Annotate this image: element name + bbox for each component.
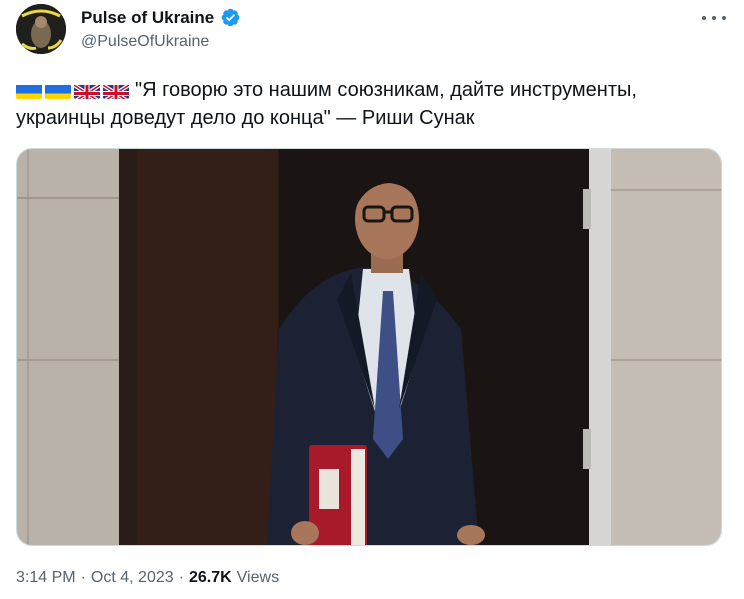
author-name-row: Pulse of Ukraine: [81, 7, 241, 28]
tweet-text: "Я говорю это нашим союзникам, дайте инс…: [16, 76, 716, 132]
views-count[interactable]: 26.7K: [189, 569, 232, 587]
flag-emoji-group: [16, 82, 129, 99]
tweet-date[interactable]: Oct 4, 2023: [91, 569, 174, 587]
more-dot-icon: [712, 16, 716, 20]
uk-flag-icon: [103, 82, 129, 99]
tweet-meta: 3:14 PM · Oct 4, 2023 · 26.7K Views: [16, 569, 279, 587]
ukraine-flag-icon: [16, 82, 42, 99]
author-handle[interactable]: @PulseOfUkraine: [81, 33, 209, 51]
more-options-button[interactable]: [702, 8, 726, 28]
ukraine-flag-icon: [45, 82, 71, 99]
avatar-image: [16, 4, 66, 54]
tweet-photo[interactable]: [16, 148, 722, 546]
more-dot-icon: [702, 16, 706, 20]
views-label[interactable]: Views: [237, 569, 279, 587]
tweet-time[interactable]: 3:14 PM: [16, 569, 76, 587]
meta-separator: ·: [80, 569, 86, 586]
author-display-name[interactable]: Pulse of Ukraine: [81, 8, 214, 28]
verified-badge-icon[interactable]: [220, 7, 241, 28]
more-dot-icon: [722, 16, 726, 20]
meta-separator: ·: [178, 569, 184, 586]
photo-image: [17, 149, 721, 545]
uk-flag-icon: [74, 82, 100, 99]
author-avatar[interactable]: [16, 4, 66, 54]
